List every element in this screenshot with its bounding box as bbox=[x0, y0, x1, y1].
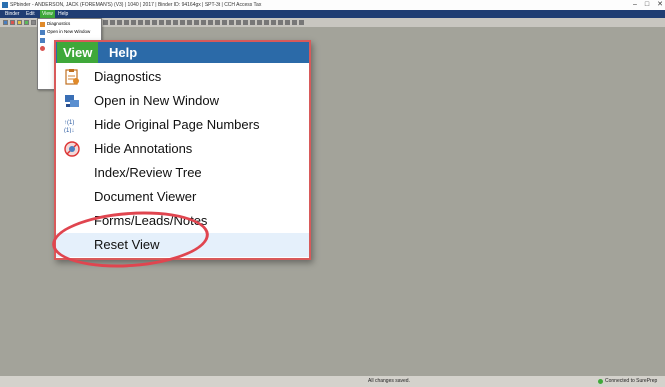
save-icon[interactable] bbox=[3, 20, 8, 25]
save-status: All changes saved. bbox=[368, 378, 410, 384]
close-button[interactable]: ✕ bbox=[657, 0, 663, 10]
tool-icon-21[interactable] bbox=[243, 20, 248, 25]
tool-icon-25[interactable] bbox=[271, 20, 276, 25]
connected-icon bbox=[598, 379, 603, 384]
tool-icon-5[interactable] bbox=[131, 20, 136, 25]
menu-item-hide-original-page-numbers[interactable]: ↑(1) (1)↓ Hide Original Page Numbers bbox=[56, 113, 309, 137]
menu-item-label: Index/Review Tree bbox=[94, 165, 202, 180]
tool-icon-14[interactable] bbox=[194, 20, 199, 25]
new-window-icon bbox=[40, 29, 45, 35]
menu-bar: Binder Edit View Help bbox=[0, 10, 665, 18]
tool-icon-22[interactable] bbox=[250, 20, 255, 25]
window-titlebar: SPbinder - ANDERSON, JACK (FOREMAN'S) (V… bbox=[0, 0, 665, 10]
settings-icon[interactable] bbox=[31, 20, 36, 25]
tool-icon-8[interactable] bbox=[152, 20, 157, 25]
tool-icon-11[interactable] bbox=[173, 20, 178, 25]
tool-icon-28[interactable] bbox=[292, 20, 297, 25]
connection-status: Connected to SurePrep bbox=[598, 376, 657, 387]
menu-item-open-new-window[interactable]: Open in New Window bbox=[56, 89, 309, 113]
tool-icon-3[interactable] bbox=[117, 20, 122, 25]
tool-icon-9[interactable] bbox=[159, 20, 164, 25]
menu-item-hide-annotations[interactable]: Hide Annotations bbox=[56, 137, 309, 161]
menu-item-label: Diagnostics bbox=[94, 69, 162, 84]
menu-binder[interactable]: Binder bbox=[3, 10, 21, 18]
small-menu-item-3[interactable] bbox=[40, 36, 45, 44]
diagnostics-icon bbox=[40, 21, 45, 27]
tool-icon-16[interactable] bbox=[208, 20, 213, 25]
tool-icon-4[interactable] bbox=[124, 20, 129, 25]
tool-icon-18[interactable] bbox=[222, 20, 227, 25]
tool-icon-10[interactable] bbox=[166, 20, 171, 25]
small-menu-item-diagnostics[interactable]: Diagnostics bbox=[40, 20, 70, 28]
menu-item-label: Hide Annotations bbox=[94, 141, 193, 156]
tool-icon-20[interactable] bbox=[236, 20, 241, 25]
small-menu-item-4[interactable] bbox=[40, 44, 45, 52]
menu-item-index-review-tree[interactable]: Index/Review Tree bbox=[56, 161, 309, 185]
tool-icon-15[interactable] bbox=[201, 20, 206, 25]
refresh-icon[interactable] bbox=[24, 20, 29, 25]
menu-help[interactable]: Help bbox=[56, 10, 70, 18]
maximize-button[interactable]: □ bbox=[645, 0, 649, 10]
annotations-icon bbox=[64, 141, 80, 157]
small-menu-item-open-new-window[interactable]: Open in New Window bbox=[40, 28, 90, 36]
tool-icon-24[interactable] bbox=[264, 20, 269, 25]
page-numbers-icon: ↑(1) (1)↓ bbox=[64, 120, 74, 133]
annotations-icon bbox=[40, 45, 45, 51]
connection-label: Connected to SurePrep bbox=[605, 378, 658, 384]
tool-icon-7[interactable] bbox=[145, 20, 150, 25]
tool-icon-26[interactable] bbox=[278, 20, 283, 25]
tool-icon-23[interactable] bbox=[257, 20, 262, 25]
window-controls: – □ ✕ bbox=[633, 0, 663, 10]
tool-icon-6[interactable] bbox=[138, 20, 143, 25]
tool-icon-12[interactable] bbox=[180, 20, 185, 25]
tool-icon-29[interactable] bbox=[299, 20, 304, 25]
status-bar: All changes saved. Connected to SurePrep bbox=[0, 376, 665, 387]
menu-edit[interactable]: Edit bbox=[24, 10, 37, 18]
folder-icon[interactable] bbox=[17, 20, 22, 25]
app-icon bbox=[2, 2, 8, 8]
zoomed-tab-view[interactable]: View bbox=[57, 42, 99, 63]
tool-icon-17[interactable] bbox=[215, 20, 220, 25]
tool-icon-13[interactable] bbox=[187, 20, 192, 25]
zoomed-menu-bar: View Help bbox=[56, 42, 309, 63]
menu-item-document-viewer[interactable]: Document Viewer bbox=[56, 185, 309, 209]
small-menu-item-label: Diagnostics bbox=[47, 21, 71, 26]
menu-item-label: Open in New Window bbox=[94, 93, 219, 108]
tool-icon-2[interactable] bbox=[110, 20, 115, 25]
menu-item-diagnostics[interactable]: Diagnostics bbox=[56, 65, 309, 89]
new-window-icon bbox=[65, 95, 79, 107]
svg-text:(1)↓: (1)↓ bbox=[64, 128, 74, 133]
minimize-button[interactable]: – bbox=[633, 0, 637, 10]
menu-item-label: Hide Original Page Numbers bbox=[94, 117, 260, 132]
svg-text:↑(1): ↑(1) bbox=[64, 120, 74, 126]
print-icon[interactable] bbox=[10, 20, 15, 25]
small-menu-item-label: Open in New Window bbox=[47, 29, 91, 34]
tool-icon-1[interactable] bbox=[103, 20, 108, 25]
diagnostics-icon bbox=[65, 69, 79, 85]
menu-view[interactable]: View bbox=[40, 10, 55, 18]
zoomed-tab-help[interactable]: Help bbox=[103, 42, 143, 63]
tool-icon-27[interactable] bbox=[285, 20, 290, 25]
window-title: SPbinder - ANDERSON, JACK (FOREMAN'S) (V… bbox=[10, 2, 262, 8]
page-numbers-icon bbox=[40, 37, 45, 43]
tool-icon-19[interactable] bbox=[229, 20, 234, 25]
menu-item-label: Document Viewer bbox=[94, 189, 197, 204]
